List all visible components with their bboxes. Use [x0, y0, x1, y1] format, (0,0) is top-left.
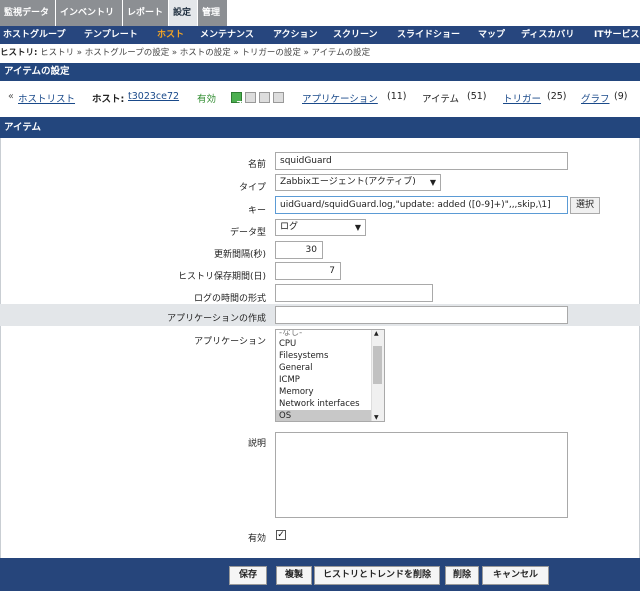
host-label: ホスト:: [92, 94, 125, 105]
list-item[interactable]: Filesystems: [276, 350, 384, 362]
applications-listbox[interactable]: -なし- CPU Filesystems General ICMP Memory…: [275, 329, 385, 422]
subnav-it-services[interactable]: ITサービス: [594, 26, 640, 44]
key-field[interactable]: uidGuard/squidGuard.log,"update: added (…: [275, 196, 568, 214]
sub-navigation: ホストグループ テンプレート ホスト メンテナンス アクション スクリーン スラ…: [0, 26, 640, 44]
save-button[interactable]: 保存: [229, 566, 267, 585]
list-item[interactable]: Network interfaces: [276, 398, 384, 410]
list-item-selected[interactable]: OS: [276, 410, 384, 421]
subnav-hosts[interactable]: ホスト: [157, 26, 184, 44]
chevron-down-icon: ▼: [354, 223, 361, 232]
snmp-availability-icon: [245, 92, 256, 103]
type-select[interactable]: Zabbixエージェント(アクティブ) ▼: [275, 174, 441, 191]
subnav-actions[interactable]: アクション: [273, 26, 318, 44]
type-select-value: Zabbixエージェント(アクティブ): [280, 177, 416, 187]
graphs-count: (9): [614, 91, 628, 102]
list-item[interactable]: -なし-: [276, 330, 384, 338]
tab-configuration[interactable]: 設定: [169, 0, 197, 26]
name-field[interactable]: squidGuard: [275, 152, 568, 170]
triggers-link[interactable]: トリガー: [503, 91, 541, 105]
item-settings-title: アイテムの設定: [4, 66, 70, 77]
list-item[interactable]: Memory: [276, 386, 384, 398]
scroll-down-icon[interactable]: ▼: [374, 414, 379, 421]
item-section-header: アイテム: [0, 117, 640, 138]
applications-label: アプリケーション: [194, 337, 266, 347]
subnav-discovery[interactable]: ディスカバリ: [521, 26, 574, 44]
listbox-scrollbar[interactable]: ▲ ▼: [371, 330, 384, 421]
datatype-label: データ型: [229, 228, 266, 238]
host-navigation-bar: « ホストリスト ホスト: t3023ce72 有効 Z アプリケーション (1…: [0, 84, 640, 112]
history-label: ヒストリ保存期間(日): [177, 272, 266, 282]
list-item[interactable]: ICMP: [276, 374, 384, 386]
host-list-prefix: «: [8, 91, 14, 102]
triggers-count: (25): [547, 91, 567, 102]
interval-field[interactable]: 30: [275, 241, 323, 259]
tab-administration[interactable]: 管理: [198, 0, 227, 26]
chevron-down-icon: ▼: [429, 178, 436, 187]
tab-inventory[interactable]: インベントリ: [56, 0, 122, 26]
host-name-link[interactable]: t3023ce72: [128, 91, 179, 102]
logformat-field[interactable]: [275, 284, 433, 302]
interval-label: 更新間隔(秒): [213, 250, 266, 260]
subnav-screens[interactable]: スクリーン: [333, 26, 378, 44]
list-item[interactable]: General: [276, 362, 384, 374]
history-field[interactable]: 7: [275, 262, 341, 280]
name-label: 名前: [247, 160, 266, 170]
item-settings-header: アイテムの設定: [0, 63, 640, 81]
subnav-maps[interactable]: マップ: [478, 26, 505, 44]
subnav-hostgroups[interactable]: ホストグループ: [3, 26, 65, 44]
subnav-maintenance[interactable]: メンテナンス: [200, 26, 254, 44]
new-application-field[interactable]: [275, 306, 568, 324]
applications-link[interactable]: アプリケーション: [302, 91, 378, 105]
item-section-title: アイテム: [4, 122, 42, 133]
datatype-select[interactable]: ログ ▼: [275, 219, 366, 236]
breadcrumb: ヒストリ: ヒストリ » ホストグループの設定 » ホストの設定 » トリガーの…: [0, 44, 640, 62]
subnav-templates[interactable]: テンプレート: [84, 26, 138, 44]
enabled-label: 有効: [247, 534, 266, 544]
datatype-select-value: ログ: [280, 222, 299, 232]
description-label: 説明: [247, 439, 266, 449]
ipmi-availability-icon: [273, 92, 284, 103]
description-textarea[interactable]: [275, 432, 568, 518]
key-label: キー: [247, 206, 266, 216]
key-select-button[interactable]: 選択: [570, 197, 601, 214]
type-label: タイプ: [238, 183, 266, 193]
tab-reports[interactable]: レポート: [123, 0, 168, 26]
scrollbar-thumb[interactable]: [373, 346, 382, 384]
new-application-label: アプリケーションの作成: [167, 314, 266, 324]
breadcrumb-label: ヒストリ:: [0, 48, 38, 58]
cancel-button[interactable]: キャンセル: [482, 566, 549, 585]
logformat-label: ログの時間の形式: [193, 294, 266, 304]
enabled-checkbox[interactable]: ✓: [276, 530, 286, 540]
list-item[interactable]: CPU: [276, 338, 384, 350]
items-label: アイテム: [422, 94, 460, 105]
top-navigation: 監視データ インベントリ レポート 設定 管理: [0, 0, 640, 26]
jmx-availability-icon: [259, 92, 270, 103]
zabbix-availability-icon: Z: [231, 92, 242, 109]
clear-history-button[interactable]: ヒストリとトレンドを削除: [314, 566, 440, 585]
host-status-enabled[interactable]: 有効: [197, 91, 216, 105]
scroll-up-icon[interactable]: ▲: [374, 330, 379, 337]
delete-button[interactable]: 削除: [445, 566, 479, 585]
items-count: (51): [467, 91, 487, 102]
host-list-link[interactable]: ホストリスト: [18, 91, 75, 105]
tab-monitoring[interactable]: 監視データ: [0, 0, 55, 26]
applications-count: (11): [387, 91, 407, 102]
subnav-slideshows[interactable]: スライドショー: [397, 26, 460, 44]
clone-button[interactable]: 複製: [276, 566, 312, 585]
breadcrumb-path[interactable]: ヒストリ » ホストグループの設定 » ホストの設定 » トリガーの設定 » ア…: [40, 48, 370, 58]
graphs-link[interactable]: グラフ: [581, 91, 610, 105]
